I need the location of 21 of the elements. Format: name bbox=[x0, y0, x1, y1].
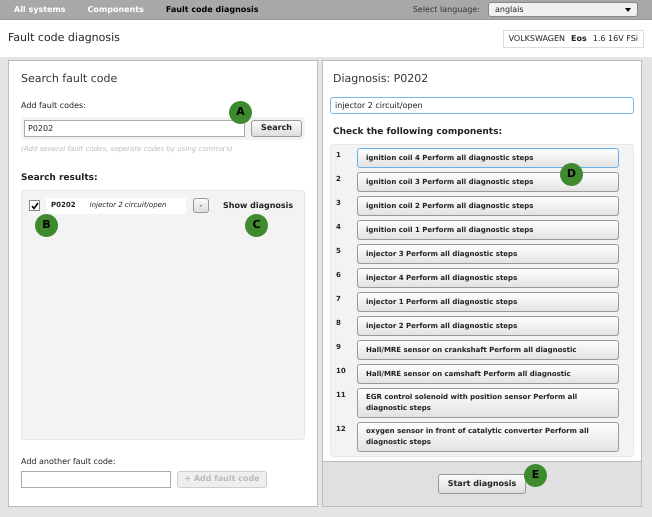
language-label: Select language: bbox=[412, 4, 480, 16]
vehicle-badge: VOLKSWAGEN Eos 1.6 16V FSi bbox=[502, 30, 644, 48]
check-icon bbox=[30, 202, 38, 210]
checkbox[interactable] bbox=[29, 200, 40, 211]
page-title: Fault code diagnosis bbox=[8, 30, 120, 46]
field-label: Add another fault code: bbox=[21, 456, 117, 468]
start-diagnosis-button[interactable]: Start diagnosis bbox=[438, 474, 526, 494]
nav-tab[interactable]: Fault code diagnosis bbox=[166, 4, 259, 16]
panel-title: Diagnosis: P0202 bbox=[333, 71, 430, 87]
section-title: Check the following components: bbox=[333, 126, 504, 138]
show-diagnosis-link[interactable]: Show diagnosis bbox=[223, 200, 294, 212]
caret-icon bbox=[625, 8, 631, 12]
field-label: Add fault codes: bbox=[21, 100, 86, 112]
language-select[interactable]: anglais bbox=[488, 2, 638, 17]
panel-title: Search fault code bbox=[21, 71, 118, 87]
section-title: Search results: bbox=[21, 172, 99, 185]
search-button[interactable]: Search bbox=[251, 120, 302, 136]
description-field[interactable]: injector 2 circuit/open bbox=[330, 96, 634, 114]
remove-button[interactable]: - bbox=[193, 198, 209, 213]
fault-code-field[interactable] bbox=[21, 470, 171, 488]
fault-code-field[interactable]: P0202 bbox=[24, 120, 246, 136]
